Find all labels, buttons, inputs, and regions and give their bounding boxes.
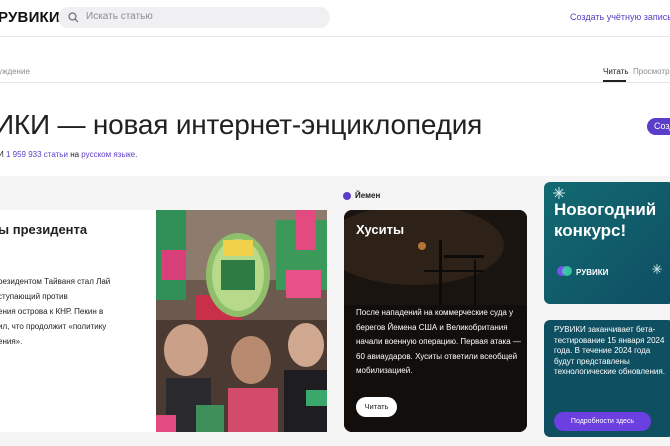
create-account-link[interactable]: Создать учётную запись: [570, 12, 670, 22]
elections-heading: ы президента: [0, 222, 88, 237]
page-title: ИКИ — новая интернет-энциклопедия: [0, 109, 483, 140]
elections-text: резидентом Тайваня стал Лай ступающий пр…: [0, 277, 111, 346]
search-input[interactable]: Искать статью: [86, 11, 153, 22]
article-count-link[interactable]: 1 959 933 статьи: [6, 150, 68, 159]
main-content: уждение Читать Просмотр ИКИ — новая инте…: [0, 37, 670, 446]
contest-heading: Новогодний конкурс!: [554, 200, 657, 240]
top-bar: РУВИКИ Искать статью Создать учётную зап…: [0, 0, 670, 37]
election-rally-photo: [156, 210, 327, 432]
yemen-text: После нападений на коммерческие суда у б…: [356, 308, 521, 375]
tab-read[interactable]: Читать: [603, 67, 628, 76]
beta-text: РУВИКИ заканчивает бета-тестирование 15 …: [554, 325, 665, 376]
stats-prefix: И: [0, 150, 4, 159]
create-button[interactable]: Созд: [647, 118, 670, 135]
yemen-card[interactable]: Хуситы После нападений на коммерческие с…: [344, 210, 527, 432]
breadcrumb[interactable]: уждение: [0, 67, 30, 76]
stats-suffix: .: [135, 150, 138, 159]
tab-view[interactable]: Просмотр: [633, 67, 670, 76]
yemen-heading: Хуситы: [356, 222, 405, 237]
contest-brand: РУВИКИ: [576, 268, 609, 277]
contest-banner[interactable]: Новогодний конкурс! РУВИКИ: [544, 182, 670, 304]
read-button[interactable]: Читать: [356, 397, 397, 417]
language-link[interactable]: русском языке: [81, 150, 135, 159]
details-button[interactable]: Подробности здесь: [554, 412, 651, 431]
rubiki-logo-icon: [557, 266, 572, 276]
beta-notice-card: РУВИКИ заканчивает бета-тестирование 15 …: [544, 320, 670, 437]
topic-dot-icon: [343, 192, 351, 200]
snowflake-icon: [652, 264, 662, 274]
snowflake-icon: [553, 187, 565, 199]
article-stats: И 1 959 933 статьи на русском языке.: [0, 150, 137, 159]
site-logo[interactable]: РУВИКИ: [0, 9, 60, 26]
search-icon: [68, 12, 79, 23]
search-bar[interactable]: Искать статью: [58, 7, 330, 28]
topic-tag[interactable]: Йемен: [355, 191, 380, 200]
stats-middle: на: [70, 150, 80, 159]
tabs-divider: [0, 82, 670, 83]
elections-card[interactable]: ы президента резидентом Тайваня стал Лай…: [0, 210, 327, 432]
